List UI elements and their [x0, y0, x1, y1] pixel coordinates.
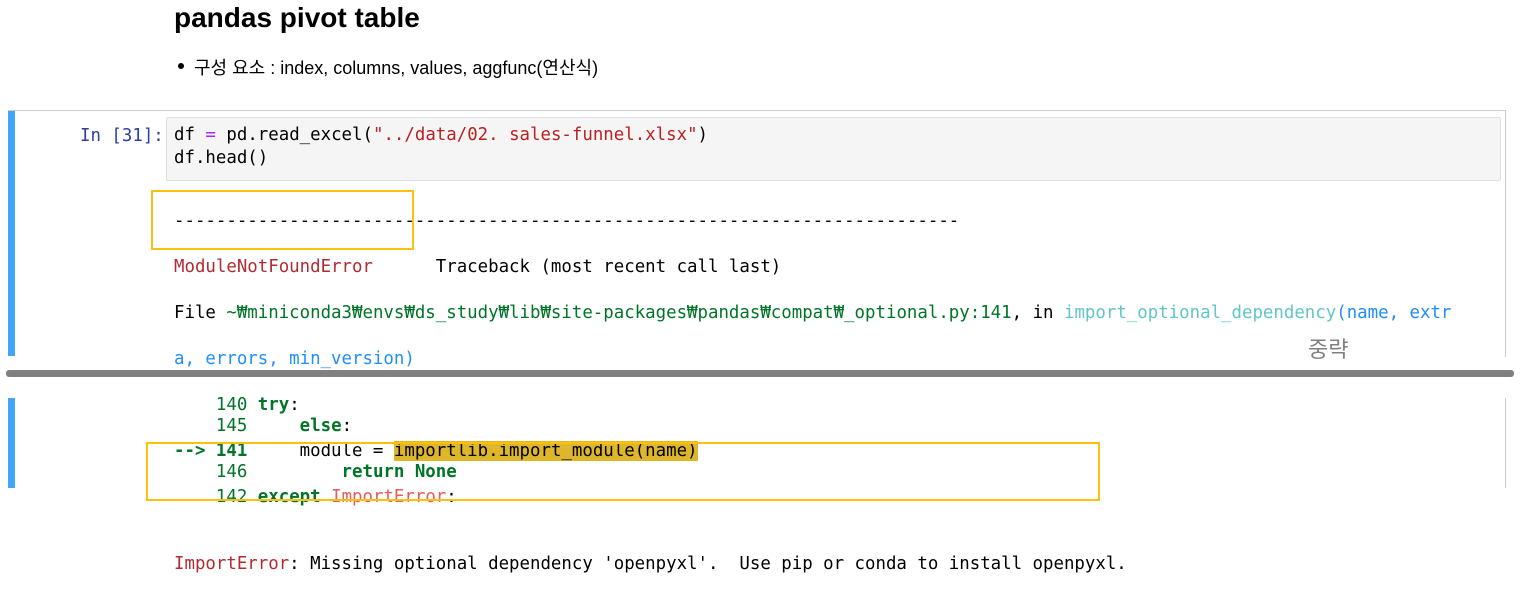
- annotation-box: [151, 190, 414, 250]
- in-text: , in: [1011, 303, 1064, 323]
- file-prefix: File: [174, 303, 227, 323]
- final-error-message: : Missing optional dependency 'openpyxl'…: [289, 554, 1127, 574]
- omitted-label: 중략: [1308, 338, 1349, 363]
- error-name: ModuleNotFoundError: [174, 257, 373, 277]
- code-token: df: [174, 125, 206, 145]
- bullet-item: 구성 요소 : index, columns, values, aggfunc(…: [177, 54, 598, 80]
- code-line: df.head(): [174, 148, 269, 168]
- final-error-name: ImportError: [174, 554, 290, 574]
- page-title: pandas pivot table: [174, 2, 420, 33]
- code-operator: =: [205, 125, 216, 145]
- code-token: ): [697, 125, 709, 145]
- file-path[interactable]: ~₩miniconda3₩envs₩ds_study₩lib₩site-pack…: [226, 303, 1011, 323]
- func-name: import_optional_dependency: [1063, 303, 1337, 323]
- code-string: "../data/02. sales-funnel.xlsx": [372, 125, 698, 145]
- colon: :: [341, 416, 353, 436]
- omission-divider: [6, 370, 1514, 377]
- func-args-cont: a, errors, min_version): [174, 349, 415, 369]
- func-args: (name, extr: [1336, 303, 1452, 323]
- annotation-box: [146, 442, 1100, 501]
- keyword: else: [299, 416, 342, 436]
- code-text[interactable]: df = pd.read_excel("../data/02. sales-fu…: [174, 124, 708, 170]
- code-token: pd.read_excel(: [215, 125, 373, 145]
- cell-prompt: In [31]:: [80, 126, 164, 146]
- line-number: 145: [215, 416, 258, 436]
- traceback-label: Traceback (most recent call last): [435, 257, 782, 277]
